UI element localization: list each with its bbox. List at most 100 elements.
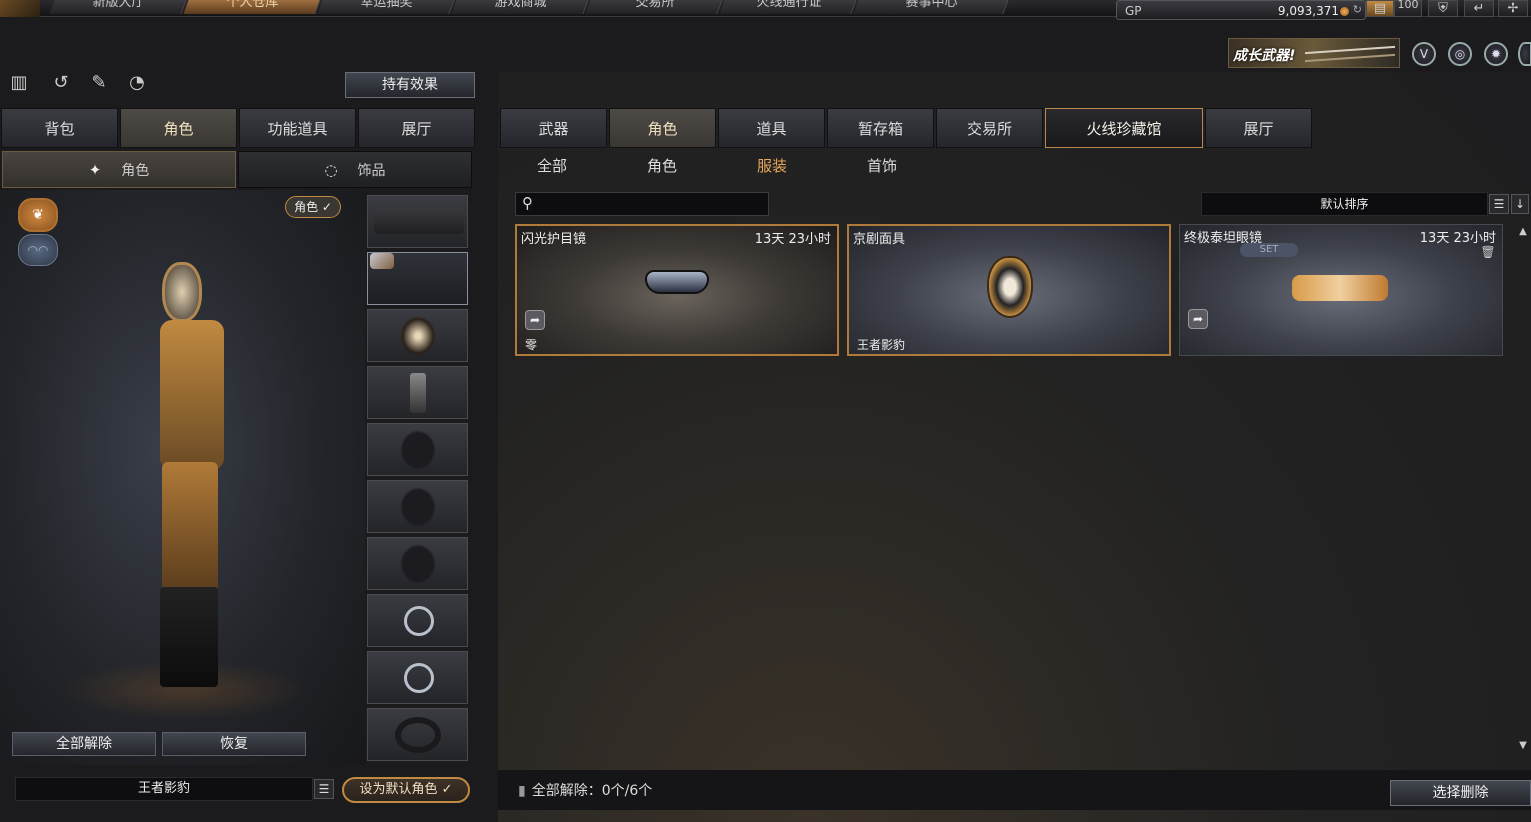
bottom-bar xyxy=(498,770,1531,810)
stats-icon[interactable]: ▥ xyxy=(8,72,30,96)
slot-bracelet[interactable] xyxy=(367,708,468,761)
character-preview[interactable]: ❦ ◠◠ 角色 ✓ xyxy=(0,190,365,765)
item-card-opera-mask[interactable]: 京剧面具 王者影豹 xyxy=(847,224,1171,356)
v-badge-icon[interactable]: V xyxy=(1412,42,1436,66)
vest-icon xyxy=(400,487,436,527)
tab-characters[interactable]: 角色 xyxy=(609,108,716,148)
slot-wing[interactable] xyxy=(367,252,468,305)
tab-items[interactable]: 道具 xyxy=(718,108,825,148)
slot-ring-1[interactable] xyxy=(367,594,468,647)
unequip-status: ▮ 全部解除：0个/6个 xyxy=(518,780,652,800)
coin-icon xyxy=(1340,7,1349,16)
mouse-icon[interactable]: ◔ xyxy=(126,72,148,96)
wing-icon xyxy=(370,253,394,269)
mask-icon xyxy=(400,316,436,356)
item-footer: 零 xyxy=(525,338,538,352)
history-icon[interactable]: ↺ xyxy=(50,72,72,96)
role-check-badge[interactable]: 角色 ✓ xyxy=(285,196,341,218)
owned-effects-button[interactable]: 持有效果 xyxy=(345,72,475,98)
item-footer: 王者影豹 xyxy=(857,338,906,352)
titan-glasses-icon xyxy=(1292,275,1388,301)
level-badge: 100 xyxy=(1394,0,1422,17)
scroll-down-icon[interactable]: ▼ xyxy=(1516,740,1530,756)
gift-icon[interactable]: ▤ xyxy=(1366,0,1394,17)
ring-icon xyxy=(404,606,434,636)
settings-icon[interactable]: ✢ xyxy=(1498,0,1528,17)
tab-weapons[interactable]: 武器 xyxy=(500,108,607,148)
shield-icon[interactable]: ⛨ xyxy=(1428,0,1458,17)
nav-tab-pass[interactable]: 火线通行证 xyxy=(719,0,857,14)
tab-showroom-right[interactable]: 展厅 xyxy=(1205,108,1312,148)
gp-balance: GP 9,093,371 ↻ xyxy=(1116,0,1366,20)
slot-radio[interactable] xyxy=(367,366,468,419)
steering-icon[interactable]: ◎ xyxy=(1448,42,1472,66)
trash-icon[interactable]: 🗑 xyxy=(1480,245,1496,261)
nav-tab-lobby[interactable]: 新版大厅 xyxy=(49,0,187,14)
item-card-titan-glasses[interactable]: 终极泰坦眼镜 13天 23小时 SET 🗑 ➦ xyxy=(1179,224,1503,356)
scroll-up-icon[interactable]: ▲ xyxy=(1516,226,1530,242)
nav-tab-shop[interactable]: 游戏商城 xyxy=(451,0,589,14)
pants-icon xyxy=(400,544,436,584)
ring-icon: ◌ xyxy=(324,161,338,179)
character-menu-icon[interactable]: ☰ xyxy=(314,779,334,799)
radio-icon xyxy=(410,373,426,413)
select-delete-button[interactable]: 选择删除 xyxy=(1390,780,1531,806)
slot-weapon[interactable] xyxy=(367,195,468,248)
goggles-icon xyxy=(645,270,709,294)
tab-function-items[interactable]: 功能道具 xyxy=(239,108,356,148)
top-nav: 新版大厅 个人仓库 幸运抽奖 游戏商城 交易所 火线通行证 赛事中心 GP 9,… xyxy=(0,0,1531,20)
slot-ring-2[interactable] xyxy=(367,651,468,704)
character-head xyxy=(162,262,202,322)
tab-character[interactable]: 角色 xyxy=(120,108,237,148)
tab-exchange[interactable]: 交易所 xyxy=(936,108,1043,148)
goggles-icon[interactable]: ◠◠ xyxy=(18,234,58,266)
nav-tab-warehouse[interactable]: 个人仓库 xyxy=(183,0,321,14)
filter-clothing[interactable]: 服装 xyxy=(722,155,822,177)
sort-select[interactable]: 默认排序 xyxy=(1201,192,1488,216)
subtab-accessories-label: 饰品 xyxy=(357,163,386,179)
bookmark-icon: ▮ xyxy=(518,783,526,799)
sort-direction-icon[interactable]: ↓ xyxy=(1511,194,1529,214)
slot-vest[interactable] xyxy=(367,480,468,533)
back-icon[interactable]: ↵ xyxy=(1464,0,1494,17)
gp-value: 9,093,371 xyxy=(1277,4,1339,18)
character-model[interactable] xyxy=(140,262,240,692)
item-card-flash-goggles[interactable]: 闪光护目镜 13天 23小时 ➦ 零 xyxy=(515,224,839,356)
filter-all[interactable]: 全部 xyxy=(502,155,602,177)
character-name-select[interactable]: 王者影豹 xyxy=(15,777,313,801)
subtab-accessories[interactable]: ◌ 饰品 xyxy=(238,151,472,188)
wing-icon[interactable]: ❦ xyxy=(18,198,58,232)
gear-icon[interactable]: ✹ xyxy=(1484,42,1508,66)
set-default-character-button[interactable]: 设为默认角色 ✓ xyxy=(342,777,470,803)
item-name: 京剧面具 xyxy=(853,232,906,247)
wrench-icon[interactable] xyxy=(1518,42,1531,66)
search-input[interactable]: ⚲ xyxy=(515,192,769,216)
refresh-icon[interactable]: ↻ xyxy=(1353,3,1362,16)
slot-armor[interactable] xyxy=(367,423,468,476)
ring-icon xyxy=(404,663,434,693)
tab-storage[interactable]: 暂存箱 xyxy=(827,108,934,148)
slot-pants[interactable] xyxy=(367,537,468,590)
tab-showroom[interactable]: 展厅 xyxy=(358,108,475,148)
tab-collection[interactable]: 火线珍藏馆 xyxy=(1045,108,1203,148)
character-torso xyxy=(160,320,224,470)
growth-weapon-banner[interactable]: 成长武器! xyxy=(1228,38,1400,68)
rifle-icon xyxy=(1305,45,1395,63)
share-icon[interactable]: ➦ xyxy=(1188,309,1208,329)
tab-backpack[interactable]: 背包 xyxy=(1,108,118,148)
banner-text: 成长武器! xyxy=(1233,48,1296,64)
nav-tab-exchange[interactable]: 交易所 xyxy=(585,0,723,14)
sort-menu-icon[interactable]: ☰ xyxy=(1489,194,1509,214)
subtab-character[interactable]: ✦ 角色 xyxy=(2,151,236,188)
unequip-all-button[interactable]: 全部解除 xyxy=(12,732,156,756)
filter-jewelry[interactable]: 首饰 xyxy=(832,155,932,177)
character-edit-icon[interactable]: ✎ xyxy=(88,72,110,96)
filter-character[interactable]: 角色 xyxy=(612,155,712,177)
share-icon[interactable]: ➦ xyxy=(525,310,545,330)
slot-mask[interactable] xyxy=(367,309,468,362)
restore-button[interactable]: 恢复 xyxy=(162,732,306,756)
logo-icon[interactable] xyxy=(0,0,40,17)
character-sparkle-icon: ✦ xyxy=(88,161,102,179)
nav-tab-events[interactable]: 赛事中心 xyxy=(853,0,1009,14)
nav-tab-lottery[interactable]: 幸运抽奖 xyxy=(317,0,455,14)
